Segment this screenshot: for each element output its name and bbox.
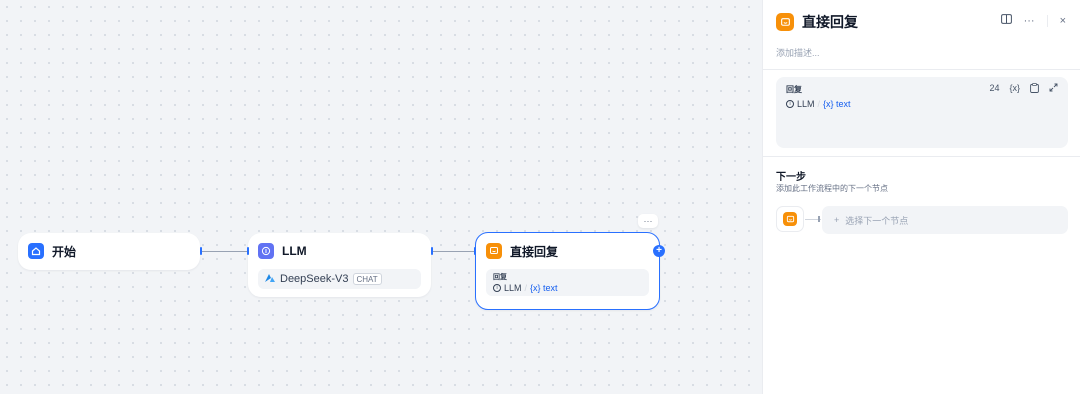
llm-node[interactable]: LLM DeepSeek-V3 CHAT bbox=[248, 233, 431, 297]
deepseek-logo-icon bbox=[264, 273, 276, 286]
llm-node-source-handle[interactable] bbox=[431, 247, 433, 255]
panel-divider bbox=[763, 156, 1080, 157]
llm-node-target-handle[interactable] bbox=[247, 247, 249, 255]
panel-divider bbox=[763, 69, 1080, 70]
current-node-thumb bbox=[776, 206, 804, 232]
workflow-canvas[interactable]: 开始 LLM DeepSeek-V3 CHAT ··· 直接回复 回复 i LL… bbox=[0, 0, 762, 394]
model-type-badge: CHAT bbox=[352, 273, 382, 285]
variable-reference: i LLM / {x} text bbox=[786, 99, 1058, 109]
llm-variable-icon: i bbox=[786, 100, 794, 108]
llm-icon bbox=[258, 243, 274, 259]
variable-name: {x} text bbox=[530, 283, 558, 293]
node-more-button[interactable]: ··· bbox=[638, 214, 658, 228]
next-step-subtitle: 添加此工作流程中的下一个节点 bbox=[776, 184, 888, 193]
close-icon[interactable]: × bbox=[1060, 15, 1066, 27]
model-name: DeepSeek-V3 bbox=[280, 273, 349, 285]
variable-source: LLM bbox=[797, 99, 815, 109]
answer-field: 回复 i LLM / {x} text bbox=[486, 269, 649, 296]
insert-variable-button[interactable]: {x} bbox=[1009, 83, 1020, 95]
answer-node-title: 直接回复 bbox=[510, 244, 559, 259]
char-count: 24 bbox=[989, 83, 1000, 93]
select-next-node-label: 选择下一个节点 bbox=[845, 215, 909, 226]
panel-title[interactable]: 直接回复 bbox=[802, 12, 858, 32]
model-selector[interactable]: DeepSeek-V3 CHAT bbox=[258, 269, 421, 289]
reply-editor[interactable]: 回复 24 {x} i LLM / {x} text bbox=[776, 77, 1068, 148]
answer-node-target-handle[interactable] bbox=[474, 247, 476, 255]
next-step-title: 下一步 bbox=[776, 172, 806, 183]
start-node-title: 开始 bbox=[52, 244, 77, 259]
next-step-handle bbox=[818, 216, 820, 222]
select-next-node-button[interactable]: + 选择下一个节点 bbox=[822, 206, 1068, 234]
start-node-source-handle[interactable] bbox=[200, 247, 202, 255]
variable-source: LLM bbox=[504, 283, 522, 293]
answer-node[interactable]: 直接回复 回复 i LLM / {x} text bbox=[475, 232, 660, 310]
home-icon bbox=[28, 243, 44, 259]
llm-variable-icon: i bbox=[493, 284, 501, 292]
variable-separator: / bbox=[524, 283, 528, 293]
answer-field-label: 回复 bbox=[493, 274, 507, 281]
reply-icon bbox=[776, 13, 794, 31]
llm-node-title: LLM bbox=[282, 244, 307, 258]
variable-name: {x} text bbox=[823, 99, 851, 109]
edge-llm-answer bbox=[432, 251, 476, 252]
clipboard-icon[interactable] bbox=[1030, 83, 1039, 95]
expand-icon[interactable] bbox=[1049, 83, 1058, 95]
variable-separator: / bbox=[817, 99, 821, 109]
plus-icon: + bbox=[834, 215, 840, 225]
more-options-button[interactable]: ··· bbox=[1024, 15, 1035, 27]
node-config-panel: 直接回复 ··· × 添加描述... 回复 24 {x} i LLM / {x}… bbox=[762, 0, 1080, 394]
start-node[interactable]: 开始 bbox=[18, 233, 200, 270]
reply-icon bbox=[783, 212, 797, 226]
split-view-icon[interactable] bbox=[1000, 14, 1012, 27]
description-input[interactable]: 添加描述... bbox=[776, 46, 820, 59]
reply-icon bbox=[486, 243, 502, 259]
add-next-node-button[interactable]: + bbox=[653, 245, 665, 257]
edge-start-llm bbox=[202, 251, 249, 252]
variable-reference: i LLM / {x} text bbox=[493, 283, 642, 293]
toolbar-divider bbox=[1046, 14, 1048, 27]
